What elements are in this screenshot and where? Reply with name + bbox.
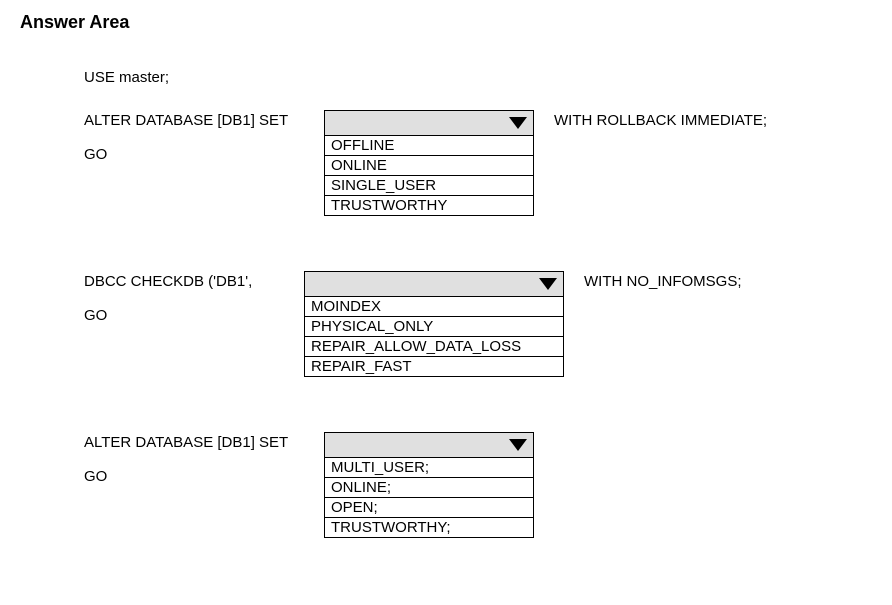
dropdown-group-3: MULTI_USER; ONLINE; OPEN; TRUSTWORTHY; (324, 432, 534, 538)
dropdown-option[interactable]: OPEN; (325, 498, 533, 518)
dropdown-option[interactable]: ONLINE; (325, 478, 533, 498)
dropdown-options-3: MULTI_USER; ONLINE; OPEN; TRUSTWORTHY; (324, 458, 534, 538)
go-statement-1: GO (84, 146, 324, 163)
dropdown-option[interactable]: SINGLE_USER (325, 176, 533, 196)
chevron-down-icon (509, 117, 527, 129)
answer-content: USE master; ALTER DATABASE [DB1] SET OFF… (20, 69, 872, 565)
dropdown-option[interactable]: ONLINE (325, 156, 533, 176)
statement-block-1: ALTER DATABASE [DB1] SET OFFLINE ONLINE … (84, 110, 872, 243)
go-statement-3: GO (84, 468, 324, 485)
statement-block-3: ALTER DATABASE [DB1] SET MULTI_USER; ONL… (84, 432, 872, 565)
dropdown-option[interactable]: MULTI_USER; (325, 458, 533, 478)
sql-prefix-3: ALTER DATABASE [DB1] SET (84, 432, 324, 451)
sql-prefix-2: DBCC CHECKDB ('DB1', (84, 271, 304, 290)
dropdown-option[interactable]: TRUSTWORTHY (325, 196, 533, 215)
chevron-down-icon (509, 439, 527, 451)
dropdown-option[interactable]: REPAIR_FAST (305, 357, 563, 376)
dropdown-options-1: OFFLINE ONLINE SINGLE_USER TRUSTWORTHY (324, 136, 534, 216)
dropdown-select-3[interactable] (324, 432, 534, 458)
use-master-line: USE master; (84, 69, 872, 86)
statement-block-2: DBCC CHECKDB ('DB1', MOINDEX PHYSICAL_ON… (84, 271, 872, 404)
dropdown-group-1: OFFLINE ONLINE SINGLE_USER TRUSTWORTHY (324, 110, 534, 216)
dropdown-group-2: MOINDEX PHYSICAL_ONLY REPAIR_ALLOW_DATA_… (304, 271, 564, 377)
dropdown-option[interactable]: REPAIR_ALLOW_DATA_LOSS (305, 337, 563, 357)
dropdown-option[interactable]: PHYSICAL_ONLY (305, 317, 563, 337)
dropdown-options-2: MOINDEX PHYSICAL_ONLY REPAIR_ALLOW_DATA_… (304, 297, 564, 377)
dropdown-option[interactable]: MOINDEX (305, 297, 563, 317)
dropdown-option[interactable]: TRUSTWORTHY; (325, 518, 533, 537)
dropdown-select-1[interactable] (324, 110, 534, 136)
page-title: Answer Area (20, 12, 872, 33)
dropdown-select-2[interactable] (304, 271, 564, 297)
sql-suffix-2: WITH NO_INFOMSGS; (564, 271, 742, 290)
sql-prefix-1: ALTER DATABASE [DB1] SET (84, 110, 324, 129)
go-statement-2: GO (84, 307, 284, 324)
dropdown-option[interactable]: OFFLINE (325, 136, 533, 156)
chevron-down-icon (539, 278, 557, 290)
sql-suffix-1: WITH ROLLBACK IMMEDIATE; (534, 110, 767, 129)
